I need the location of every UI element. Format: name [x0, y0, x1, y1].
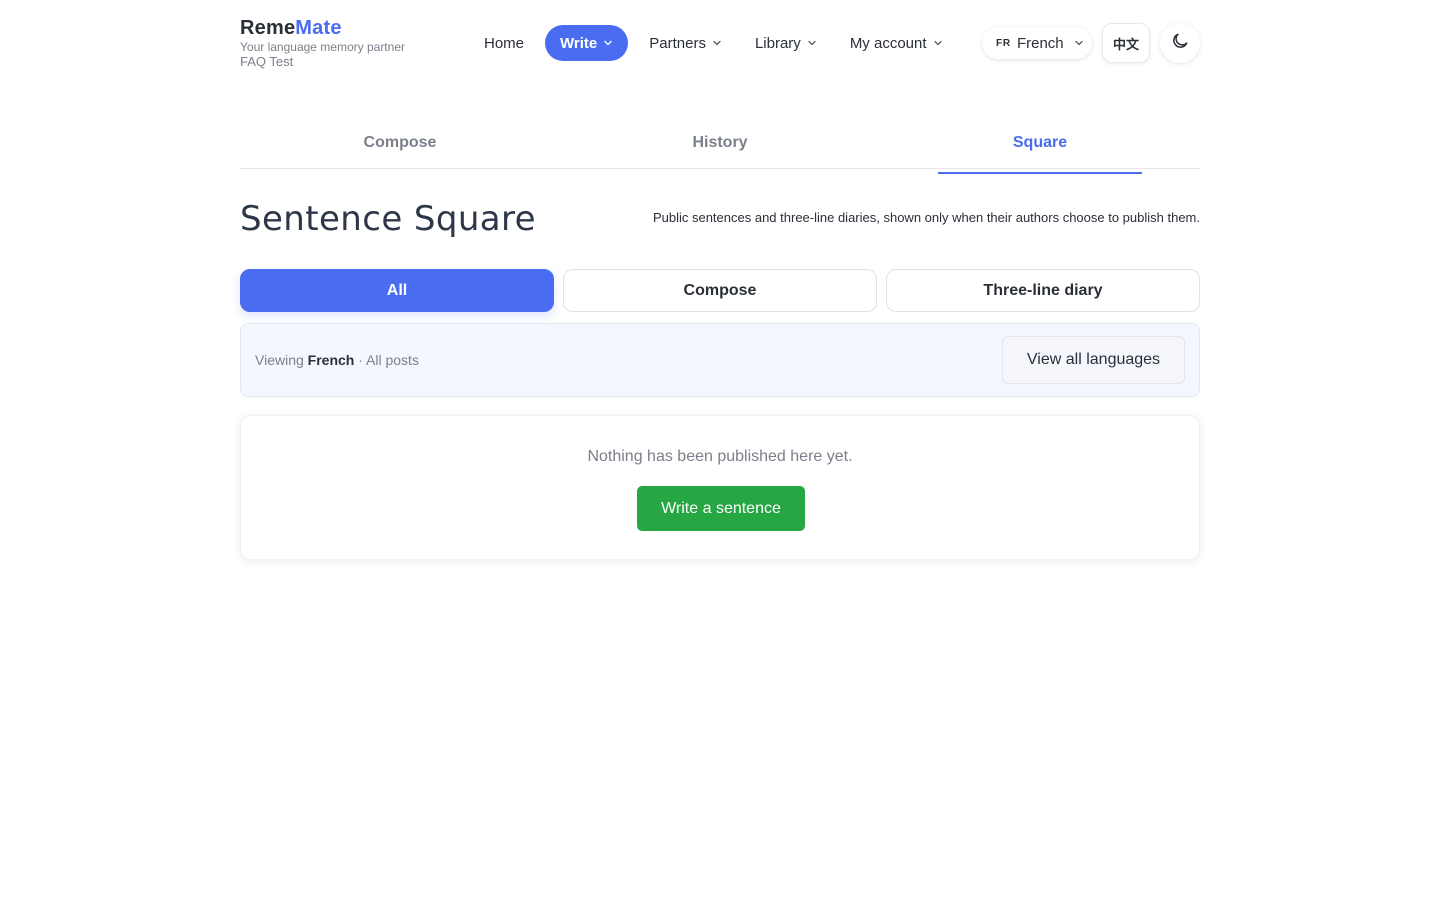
nav-write-label: Write: [560, 34, 598, 52]
logo-part-1: Reme: [240, 17, 296, 39]
theme-toggle-button[interactable]: [1160, 23, 1200, 63]
brand-tagline: Your language memory partner: [240, 40, 405, 54]
page-title: Sentence Square: [240, 199, 536, 239]
viewing-suffix: · All posts: [358, 352, 419, 368]
chevron-down-icon: [1074, 38, 1084, 48]
chevron-down-icon: [933, 38, 943, 48]
brand-subtitle: FAQ Test: [240, 54, 294, 69]
nav-library[interactable]: Library: [743, 25, 829, 61]
section-tabs: Compose History Square: [240, 123, 1200, 174]
view-all-languages-button[interactable]: View all languages: [1002, 336, 1185, 384]
write-sentence-button[interactable]: Write a sentence: [637, 486, 805, 531]
nav-partners[interactable]: Partners: [637, 25, 734, 61]
title-row: Sentence Square Public sentences and thr…: [240, 169, 1200, 269]
viewing-prefix: Viewing: [255, 352, 304, 368]
main-nav: Home Write Partners Library My account: [472, 24, 964, 62]
tab-compose[interactable]: Compose: [240, 123, 560, 168]
page-description: Public sentences and three-line diaries,…: [652, 210, 1200, 225]
language-name: French: [1016, 34, 1064, 52]
nav-library-label: Library: [754, 34, 801, 52]
post-type-filter: All Compose Three-line diary: [240, 269, 1200, 312]
filter-all-button[interactable]: All: [240, 269, 554, 312]
brand[interactable]: RemeMate Your language memory partner FA…: [240, 16, 405, 69]
nav-home-label: Home: [484, 34, 525, 52]
chevron-down-icon: [712, 38, 722, 48]
filter-compose-button[interactable]: Compose: [563, 269, 877, 312]
site-header: RemeMate Your language memory partner FA…: [240, 0, 1200, 86]
chevron-down-icon: [603, 38, 613, 48]
logo[interactable]: RemeMate: [240, 16, 405, 40]
empty-state-card: Nothing has been published here yet. Wri…: [240, 415, 1200, 560]
logo-part-2: Mate: [295, 17, 342, 39]
nav-partners-label: Partners: [649, 34, 706, 52]
chevron-down-icon: [807, 38, 817, 48]
empty-state-message: Nothing has been published here yet.: [587, 448, 853, 465]
nav-home[interactable]: Home: [472, 25, 536, 61]
viewing-language: French: [307, 352, 355, 368]
tab-history[interactable]: History: [560, 123, 880, 168]
language-select[interactable]: FR French: [982, 27, 1092, 59]
ui-language-button[interactable]: 中文: [1102, 23, 1150, 63]
nav-my-account[interactable]: My account: [838, 25, 955, 61]
filter-diary-button[interactable]: Three-line diary: [886, 269, 1200, 312]
viewing-status: Viewing French · All posts: [255, 352, 419, 368]
moon-icon: [1170, 31, 1190, 56]
nav-my-account-label: My account: [849, 34, 927, 52]
tab-square[interactable]: Square: [880, 123, 1200, 174]
language-code: FR: [996, 37, 1011, 49]
page-container: RemeMate Your language memory partner FA…: [240, 0, 1200, 560]
nav-write[interactable]: Write: [545, 25, 629, 61]
viewing-bar: Viewing French · All posts View all lang…: [240, 323, 1200, 397]
